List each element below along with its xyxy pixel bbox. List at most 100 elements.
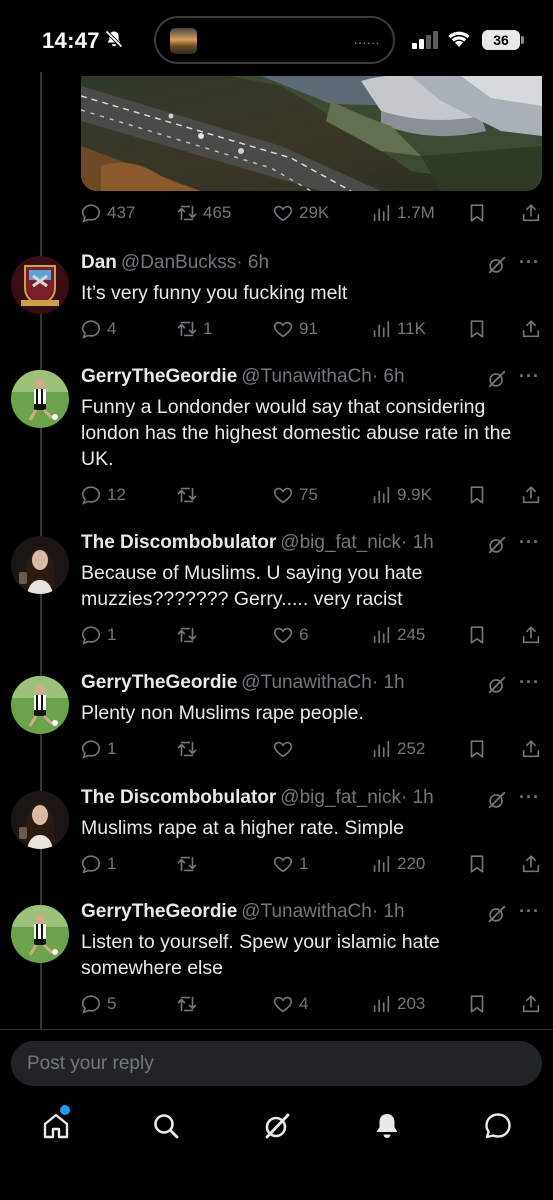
reply-count: 437 (107, 203, 136, 222)
avatar[interactable] (11, 676, 69, 734)
grok-icon[interactable] (486, 789, 508, 811)
dynamic-island[interactable]: ...... (154, 16, 395, 64)
more-options-icon[interactable]: ··· (519, 672, 540, 693)
repost-button[interactable] (176, 622, 203, 648)
repost-icon (177, 741, 197, 757)
display-name[interactable]: Dan (81, 252, 117, 273)
views-count: 1.7M (397, 203, 435, 222)
reply-count: 5 (107, 994, 117, 1013)
more-options-icon[interactable]: ··· (519, 787, 540, 808)
tab-search[interactable] (150, 1110, 182, 1142)
reply-button[interactable]: 437 (80, 200, 135, 226)
grok-icon[interactable] (486, 674, 508, 696)
like-button[interactable]: 29K (272, 200, 329, 226)
reply-button[interactable]: 5 (80, 991, 116, 1017)
views-button[interactable]: 9.9K (370, 482, 432, 508)
like-button[interactable] (272, 736, 299, 762)
repost-button[interactable]: 465 (176, 200, 231, 226)
share-button[interactable] (520, 200, 542, 226)
views-button[interactable]: 1.7M (370, 200, 435, 226)
more-options-icon[interactable]: ··· (519, 901, 540, 922)
post-time: · 6h (236, 252, 270, 273)
bookmark-button[interactable] (466, 200, 488, 226)
display-name[interactable]: The Discombobulator (81, 787, 276, 808)
reply-icon (81, 204, 101, 223)
views-button[interactable]: 11K (370, 316, 426, 342)
reply-button[interactable]: 12 (80, 482, 126, 508)
like-button[interactable]: 91 (272, 316, 318, 342)
reply-composer-input[interactable]: Post your reply (11, 1041, 542, 1086)
grok-icon[interactable] (486, 254, 508, 276)
more-options-icon[interactable]: ··· (519, 532, 540, 553)
avatar[interactable] (11, 905, 69, 963)
repost-button[interactable] (176, 991, 203, 1017)
like-button[interactable]: 1 (272, 851, 308, 877)
grok-icon[interactable] (486, 368, 508, 390)
reply-count: 1 (107, 739, 117, 758)
user-handle[interactable]: @DanBuckss (121, 252, 236, 273)
like-button[interactable]: 4 (272, 991, 308, 1017)
share-button[interactable] (520, 482, 542, 508)
reply-count: 12 (107, 485, 126, 504)
grok-icon[interactable] (486, 903, 508, 925)
views-button[interactable]: 203 (370, 991, 425, 1017)
repost-button[interactable] (176, 482, 203, 508)
bookmark-button[interactable] (466, 622, 488, 648)
like-count: 4 (299, 994, 309, 1013)
post-time: · 1h (401, 787, 434, 808)
tweet-media-image[interactable] (81, 76, 542, 191)
user-handle[interactable]: @big_fat_nick (280, 532, 401, 553)
user-handle[interactable]: @TunawithaCh (241, 672, 372, 693)
views-button[interactable]: 245 (370, 622, 425, 648)
post-time: · 1h (371, 901, 405, 922)
bookmark-button[interactable] (466, 991, 488, 1017)
user-handle[interactable]: @TunawithaCh (241, 366, 372, 387)
views-button[interactable]: 252 (370, 736, 425, 762)
repost-button[interactable] (176, 736, 203, 762)
reply-text: Because of Muslims. U saying you hate mu… (81, 562, 423, 610)
reply-button[interactable]: 1 (80, 851, 116, 877)
share-button[interactable] (520, 851, 542, 877)
reply-button[interactable]: 1 (80, 622, 116, 648)
bookmark-button[interactable] (466, 736, 488, 762)
share-button[interactable] (520, 991, 542, 1017)
tab-messages[interactable] (482, 1110, 514, 1142)
user-handle[interactable]: @TunawithaCh (241, 901, 372, 922)
reply-button[interactable]: 4 (80, 316, 116, 342)
display-name[interactable]: GerryTheGeordie (81, 901, 237, 922)
like-button[interactable]: 75 (272, 482, 318, 508)
share-button[interactable] (520, 622, 542, 648)
reply-icon (81, 486, 101, 505)
display-name[interactable]: The Discombobulator (81, 532, 276, 553)
more-options-icon[interactable]: ··· (519, 252, 540, 273)
reply-button[interactable]: 1 (80, 736, 116, 762)
avatar[interactable] (11, 536, 69, 594)
share-button[interactable] (520, 316, 542, 342)
like-count: 91 (299, 319, 318, 338)
avatar[interactable] (11, 256, 69, 314)
display-name[interactable]: GerryTheGeordie (81, 366, 237, 387)
display-name[interactable]: GerryTheGeordie (81, 672, 237, 693)
bookmark-button[interactable] (466, 316, 488, 342)
heart-icon (273, 627, 293, 644)
heart-icon (273, 321, 293, 338)
avatar[interactable] (11, 791, 69, 849)
tweet-actions: 12 75 9.9K (80, 482, 542, 508)
more-options-icon[interactable]: ··· (519, 366, 540, 387)
bookmark-button[interactable] (466, 482, 488, 508)
tab-notifications[interactable] (371, 1110, 403, 1142)
tab-home[interactable] (40, 1110, 72, 1142)
views-icon (373, 626, 390, 644)
user-handle[interactable]: @big_fat_nick (280, 787, 401, 808)
tweet-actions: 1 1 220 (80, 851, 542, 877)
bookmark-button[interactable] (466, 851, 488, 877)
like-button[interactable]: 6 (272, 622, 308, 648)
views-button[interactable]: 220 (370, 851, 425, 877)
grok-icon[interactable] (486, 534, 508, 556)
repost-button[interactable]: 1 (176, 316, 212, 342)
share-icon (522, 626, 540, 644)
avatar[interactable] (11, 370, 69, 428)
tab-grok[interactable] (261, 1110, 293, 1142)
share-button[interactable] (520, 736, 542, 762)
repost-button[interactable] (176, 851, 203, 877)
